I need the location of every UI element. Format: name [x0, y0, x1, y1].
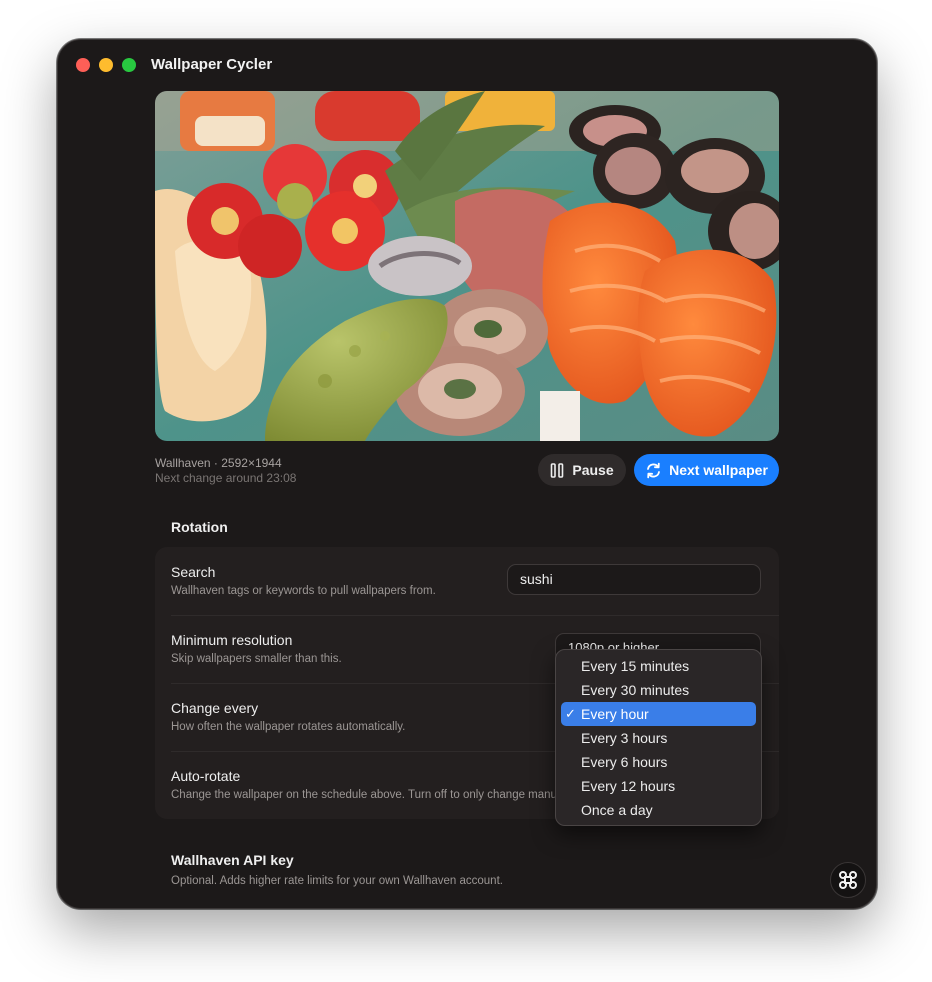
wallpaper-source: Wallhaven · 2592×1944 [155, 456, 282, 470]
interval-option[interactable]: Once a day [561, 798, 756, 822]
window-title: Wallpaper Cycler [151, 56, 273, 73]
zoom-window-button[interactable] [122, 58, 136, 72]
search-help: Wallhaven tags or keywords to pull wallp… [171, 585, 436, 597]
min-resolution-help: Skip wallpapers smaller than this. [171, 653, 342, 665]
interval-option[interactable]: Every 6 hours [561, 750, 756, 774]
next-wallpaper-button[interactable]: Next wallpaper [634, 454, 779, 486]
api-key-help: Optional. Adds higher rate limits for yo… [171, 875, 503, 887]
rotation-section-title: Rotation [171, 519, 228, 535]
search-row: Search Wallhaven tags or keywords to pul… [155, 547, 779, 615]
minimize-window-button[interactable] [99, 58, 113, 72]
change-every-help: How often the wallpaper rotates automati… [171, 721, 406, 733]
wallpaper-preview [155, 91, 779, 441]
wallpaper-image [155, 91, 779, 441]
app-window: Wallpaper Cycler Wallhaven · 2592×1944 N… [57, 39, 877, 909]
interval-option[interactable]: Every 30 minutes [561, 678, 756, 702]
next-wallpaper-label: Next wallpaper [669, 462, 768, 478]
interval-option[interactable]: Every 15 minutes [561, 654, 756, 678]
pause-label: Pause [572, 462, 614, 478]
change-every-dropdown-menu: Every 15 minutes Every 30 minutes ✓ Every… [555, 649, 762, 826]
search-input[interactable]: sushi [507, 564, 761, 595]
min-resolution-label: Minimum resolution [171, 632, 293, 648]
interval-option[interactable]: Every 3 hours [561, 726, 756, 750]
pause-icon [550, 462, 564, 478]
close-window-button[interactable] [76, 58, 90, 72]
next-change-time: Next change around 23:08 [155, 471, 297, 485]
command-icon [839, 871, 857, 889]
pause-button[interactable]: Pause [538, 454, 626, 486]
interval-option-selected[interactable]: ✓ Every hour [561, 702, 756, 726]
refresh-icon [645, 462, 662, 479]
interval-option[interactable]: Every 12 hours [561, 774, 756, 798]
search-label: Search [171, 564, 216, 580]
api-key-title: Wallhaven API key [171, 852, 294, 868]
auto-rotate-help: Change the wallpaper on the schedule abo… [171, 789, 577, 801]
command-menu-button[interactable] [830, 862, 866, 898]
checkmark-icon: ✓ [565, 706, 576, 721]
auto-rotate-label: Auto-rotate [171, 768, 241, 784]
change-every-label: Change every [171, 700, 259, 716]
